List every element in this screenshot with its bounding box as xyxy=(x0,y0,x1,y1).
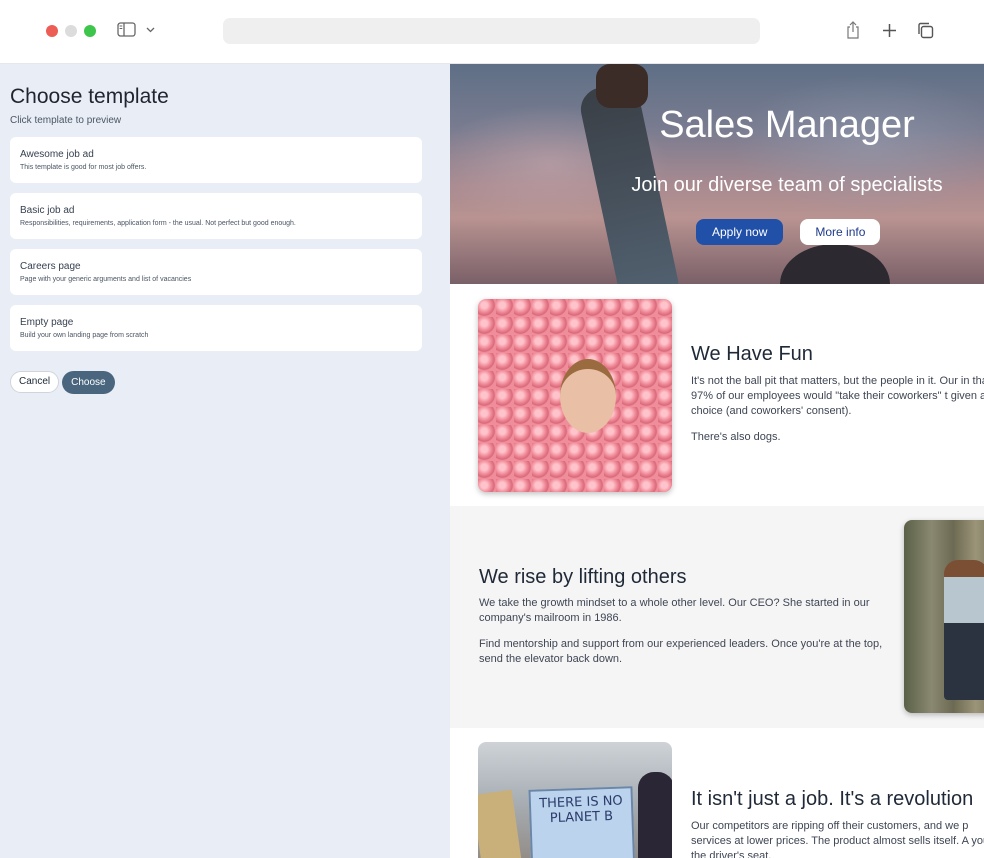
protester-figure xyxy=(638,772,672,858)
template-description: Build your own landing page from scratch xyxy=(20,332,149,339)
template-description: Page with your generic arguments and lis… xyxy=(20,276,192,283)
browser-toolbar xyxy=(0,0,984,64)
maximize-window-button[interactable] xyxy=(84,25,96,37)
sidebar-toggle-button[interactable] xyxy=(117,22,155,37)
section-text: Find mentorship and support from our exp… xyxy=(479,638,883,665)
minimize-window-button[interactable] xyxy=(65,25,77,37)
hero-section: Sales Manager Join our diverse team of s… xyxy=(450,64,984,284)
address-bar[interactable] xyxy=(223,18,760,44)
choose-button[interactable]: Choose xyxy=(62,371,115,394)
apply-now-button[interactable]: Apply now xyxy=(696,219,784,245)
hero-title: Sales Manager xyxy=(659,104,915,146)
we-have-fun-section: We Have Fun It's not the ball pit that m… xyxy=(450,284,984,506)
panel-subtitle: Click template to preview xyxy=(10,115,122,126)
template-card-empty-page[interactable]: Empty page Build your own landing page f… xyxy=(10,305,422,351)
crowd-silhouette xyxy=(780,244,890,284)
hero-actions: Apply now More info xyxy=(696,219,881,245)
more-info-button[interactable]: More info xyxy=(800,219,881,245)
panel-actions: Cancel Choose xyxy=(10,371,115,394)
hiker-figure xyxy=(944,560,984,700)
raised-fist-image xyxy=(596,64,648,108)
panel-title: Choose template xyxy=(10,85,169,108)
hero-subtitle: Join our diverse team of specialists xyxy=(631,174,943,196)
window-controls xyxy=(46,25,96,37)
section-title: We Have Fun xyxy=(691,343,813,365)
template-card-careers-page[interactable]: Careers page Page with your generic argu… xyxy=(10,249,422,295)
template-name: Careers page xyxy=(20,261,81,272)
chevron-down-icon[interactable] xyxy=(146,27,155,33)
protest-photo: THERE IS NO PLANET B xyxy=(478,742,672,858)
ball-pit-photo xyxy=(478,299,672,492)
template-preview: Sales Manager Join our diverse team of s… xyxy=(450,64,984,858)
sidebar-icon xyxy=(117,22,136,37)
protest-sign: THERE IS NO PLANET B xyxy=(528,786,636,858)
woman-face xyxy=(560,359,616,433)
plus-icon[interactable] xyxy=(878,19,900,41)
template-description: Responsibilities, requirements, applicat… xyxy=(20,220,296,227)
template-chooser-panel: Choose template Click template to previe… xyxy=(0,64,450,858)
share-icon[interactable] xyxy=(842,19,864,41)
section-title: We rise by lifting others xyxy=(479,566,687,588)
section-text: There's also dogs. xyxy=(691,431,781,443)
section-text: Our competitors are ripping off their cu… xyxy=(691,820,984,858)
close-window-button[interactable] xyxy=(46,25,58,37)
revolution-section: THERE IS NO PLANET B It isn't just a job… xyxy=(450,728,984,858)
template-name: Empty page xyxy=(20,317,74,328)
template-name: Basic job ad xyxy=(20,205,75,216)
template-list: Awesome job ad This template is good for… xyxy=(10,137,422,361)
cancel-button[interactable]: Cancel xyxy=(10,371,60,393)
section-text: We take the growth mindset to a whole ot… xyxy=(479,597,870,624)
forest-hiker-photo xyxy=(904,520,984,713)
protest-sign-left xyxy=(478,789,525,858)
tabs-icon[interactable] xyxy=(914,19,936,41)
template-card-basic-job-ad[interactable]: Basic job ad Responsibilities, requireme… xyxy=(10,193,422,239)
template-description: This template is good for most job offer… xyxy=(20,164,147,171)
section-title: It isn't just a job. It's a revolution xyxy=(691,788,974,810)
template-card-awesome-job-ad[interactable]: Awesome job ad This template is good for… xyxy=(10,137,422,183)
section-text: It's not the ball pit that matters, but … xyxy=(691,375,984,417)
rise-section: We rise by lifting others We take the gr… xyxy=(450,506,984,728)
template-name: Awesome job ad xyxy=(20,149,94,160)
